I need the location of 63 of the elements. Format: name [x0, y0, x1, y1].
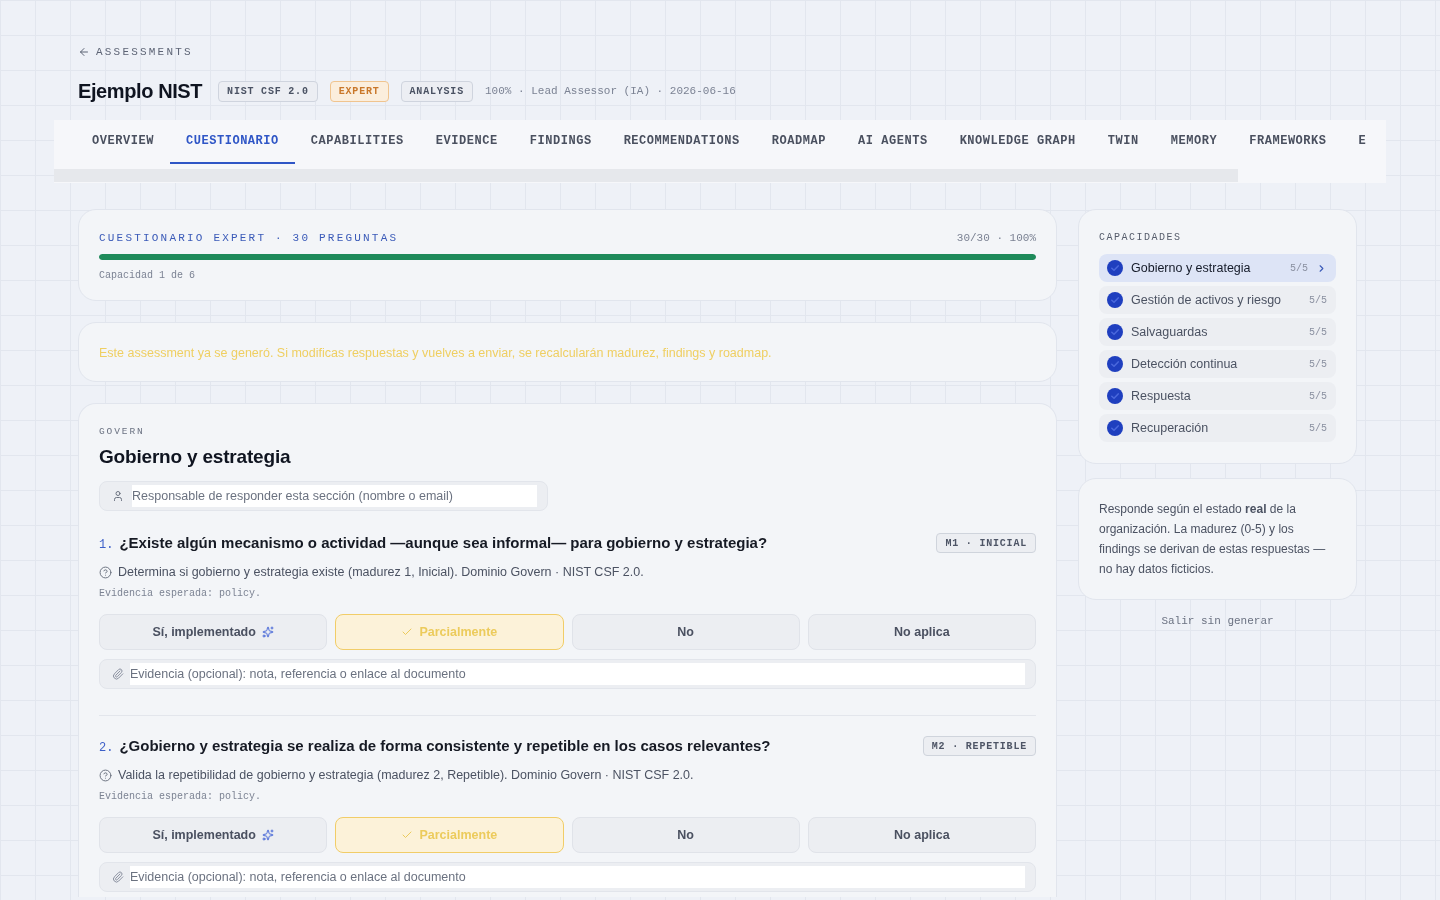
evidence-input-field[interactable]: Evidencia (opcional): nota, referencia o enlace al documento [99, 659, 1036, 689]
tag: NIST CSF 2.0 [218, 80, 318, 102]
paperclip-icon [112, 668, 124, 680]
tab[interactable]: TWIN [1091, 120, 1155, 164]
paperclip-icon [112, 871, 124, 883]
questionnaire-title: CUESTIONARIO EXPERT · 30 PREGUNTAS [99, 230, 399, 246]
capability-item[interactable]: Gobierno y estrategia 5/5 [1099, 254, 1336, 282]
capability-item[interactable]: Gestión de activos y riesgo 5/5 [1099, 286, 1336, 314]
help-icon [99, 768, 112, 782]
back-arrow-icon [78, 46, 90, 58]
sparkle-icon [261, 626, 274, 638]
person-icon [112, 490, 124, 502]
question-number: 1. [99, 537, 114, 554]
capability-item[interactable]: Recuperación 5/5 [1099, 414, 1336, 442]
expected-evidence-text: Evidencia esperada: policy. [99, 790, 263, 804]
capability-item[interactable]: Detección continua 5/5 [1099, 350, 1336, 378]
notice-text: Este assessment ya se generó. Si modificas respuestas y vuelves a enviar, se recalcularán madurez, findings y roadmap. [99, 345, 773, 362]
question-help-text: Valida la repetibilidad de gobierno y estrategia (madurez 2, Repetible). Dominio Govern · NIST CSF 2.0. [118, 766, 694, 784]
maturity-tag: M2 · REPETIBLE [922, 736, 1036, 756]
tab[interactable]: CAPABILITIES [294, 120, 420, 164]
tag: ANALYSIS [400, 80, 473, 102]
answer-option[interactable]: No aplica [807, 614, 1036, 650]
tab[interactable]: FRAMEWORKS [1233, 120, 1343, 164]
answer-option[interactable]: No aplica [807, 817, 1036, 853]
progress-reading: 30/30 · 100% [956, 230, 1036, 246]
tab[interactable]: EVIDENCE [419, 120, 514, 164]
tab[interactable]: E [1342, 120, 1367, 164]
tab[interactable]: OVERVIEW [76, 120, 170, 164]
answer-option[interactable]: No [571, 817, 800, 853]
section-eyebrow: GOVERN [99, 424, 145, 439]
tab[interactable]: FINDINGS [513, 120, 608, 164]
maturity-tag: M1 · INICIAL [936, 533, 1036, 553]
check-icon [401, 829, 414, 841]
answer-option[interactable]: Sí, implementado [99, 614, 328, 650]
question-text: ¿Existe algún mecanismo o actividad —aunque sea informal— para gobierno y estrategia? [119, 533, 768, 553]
page-title: Ejemplo NIST [78, 79, 203, 104]
back-link[interactable]: ASSESSMENTS [78, 45, 193, 59]
capability-item[interactable]: Salvaguardas 5/5 [1099, 318, 1336, 346]
capability-item[interactable]: Respuesta 5/5 [1099, 382, 1336, 410]
answer-option[interactable]: Sí, implementado [99, 817, 328, 853]
progress-caption: Capacidad 1 de 6 [99, 268, 195, 283]
answer-option[interactable]: No [571, 614, 800, 650]
capabilities-heading: CAPACIDADES [1099, 230, 1182, 245]
tag: EXPERT [329, 80, 389, 102]
assessment-meta-text: 100% · Lead Assessor (IA) · 2026-06-16 [484, 83, 736, 99]
question-text: ¿Gobierno y estrategia se realiza de forma consistente y repetible en los casos relevantes? [119, 736, 771, 756]
info-text: Responde según el estado real de la organización. La madurez (0-5) y los findings se derivan de estas respuestas — no hay datos ficticios. [1099, 501, 1327, 578]
owner-input-field[interactable]: Responsable de responder esta sección (nombre o email) [99, 481, 548, 511]
tab[interactable]: RECOMMENDATIONS [607, 120, 756, 164]
section-title: Gobierno y estrategia [99, 445, 292, 469]
sparkle-icon [261, 829, 274, 841]
tab[interactable]: KNOWLEDGE GRAPH [943, 120, 1092, 164]
help-icon [99, 565, 112, 579]
tab[interactable]: CUESTIONARIO [169, 120, 295, 164]
tab[interactable]: MEMORY [1154, 120, 1234, 164]
check-icon [401, 626, 414, 638]
tab[interactable]: ROADMAP [755, 120, 842, 164]
question-number: 2. [99, 740, 114, 757]
tab[interactable]: AI AGENTS [841, 120, 944, 164]
evidence-input-field[interactable]: Evidencia (opcional): nota, referencia o enlace al documento [99, 862, 1036, 892]
question-help-text: Determina si gobierno y estrategia existe (madurez 1, Inicial). Dominio Govern · NIST CSF 2.0. [118, 563, 644, 581]
expected-evidence-text: Evidencia esperada: policy. [99, 587, 263, 601]
exit-link[interactable]: Salir sin generar [1161, 613, 1274, 629]
